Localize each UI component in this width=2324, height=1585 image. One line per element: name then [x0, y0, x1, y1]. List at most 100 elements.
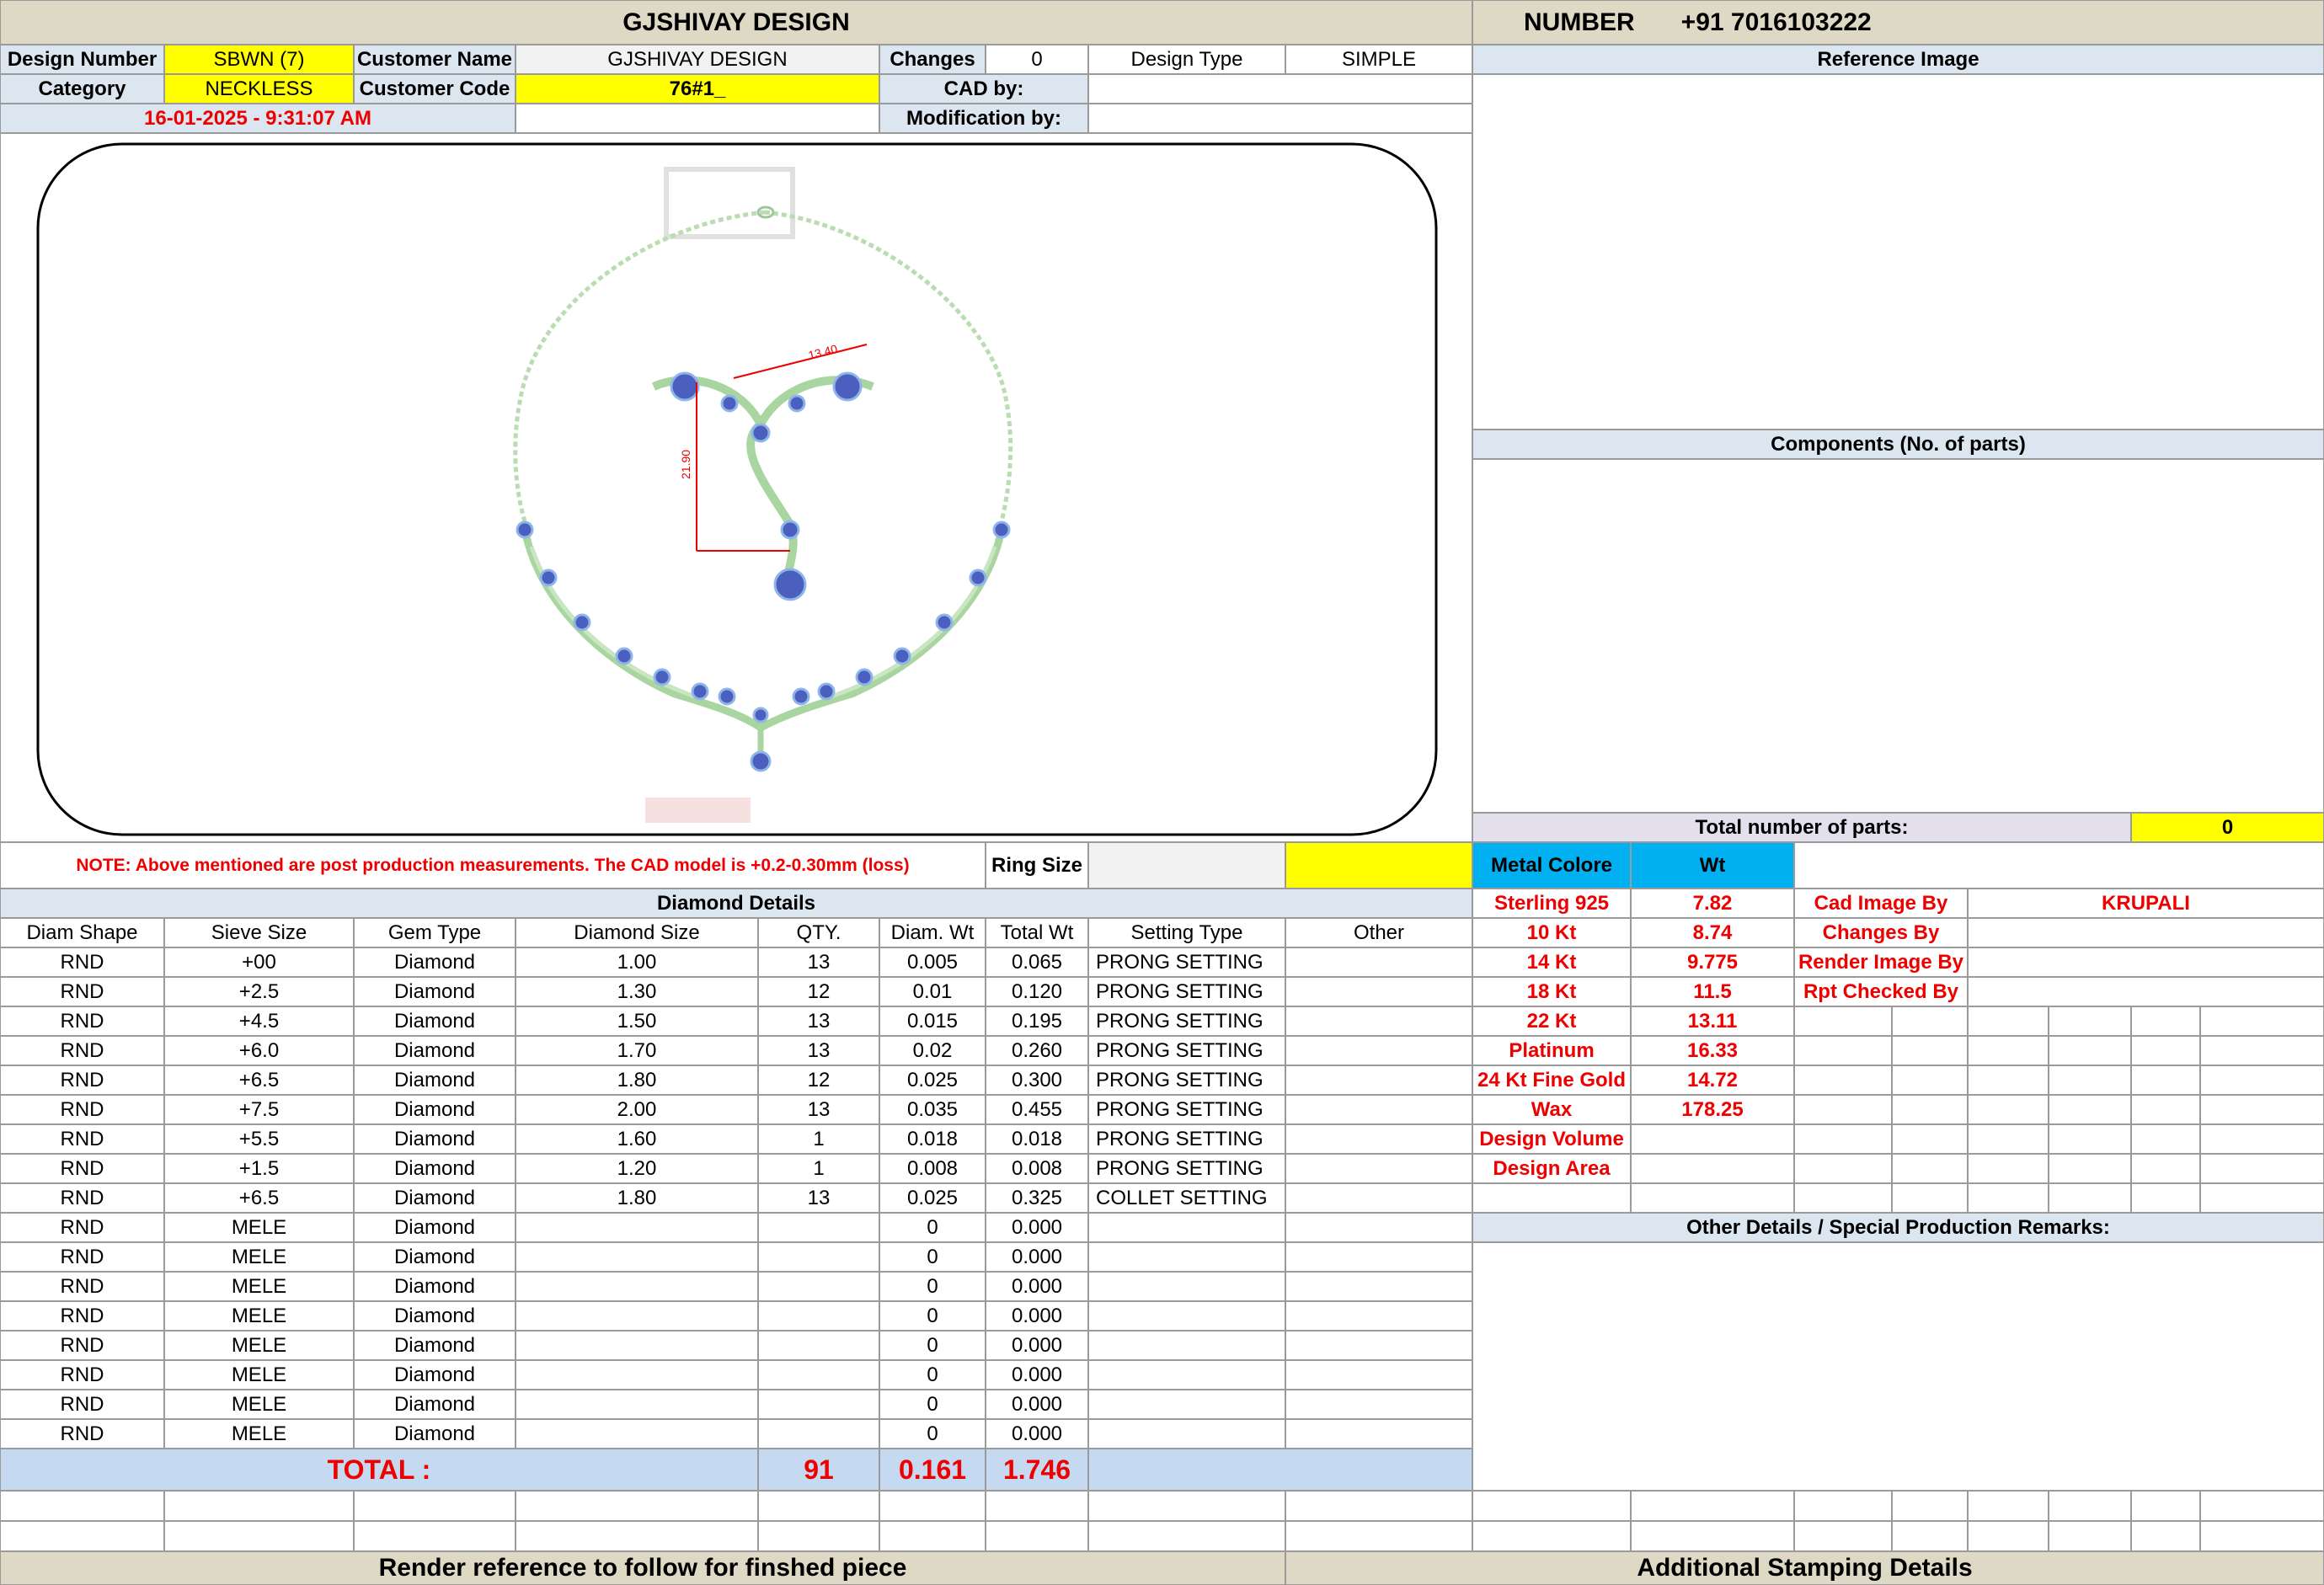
category-value[interactable]: NECKLESS	[164, 74, 354, 104]
diamond-table-cell: RND	[0, 1272, 164, 1301]
diamond-table-cell	[1088, 1242, 1285, 1272]
empty-grid-cell	[2131, 1521, 2200, 1551]
diamond-table-cell: PRONG SETTING	[1088, 1036, 1285, 1065]
metal-name: 18 Kt	[1472, 977, 1631, 1006]
customer-code-value[interactable]: 76#1_	[516, 74, 879, 104]
diamond-table-cell	[516, 1360, 758, 1390]
diamond-table-cell: RND	[0, 1036, 164, 1065]
render-reference-footer: Render reference to follow for finshed p…	[0, 1551, 1285, 1585]
diamond-table-cell: 0.015	[879, 1006, 986, 1036]
diamond-table-cell: 0.02	[879, 1036, 986, 1065]
diamond-table-cell	[1285, 1213, 1472, 1242]
design-number-label: Design Number	[0, 45, 164, 74]
empty-grid-cell	[1472, 1521, 1631, 1551]
diamond-table-cell: +7.5	[164, 1095, 354, 1124]
grid-cell	[1968, 1036, 2049, 1065]
modification-label: Modification by:	[879, 104, 1088, 133]
diamond-table-cell	[1088, 1301, 1285, 1331]
empty-grid-cell	[354, 1491, 516, 1521]
credit-value[interactable]	[1968, 918, 2324, 947]
diamond-table-cell: 0.01	[879, 977, 986, 1006]
diamond-table-cell	[516, 1390, 758, 1419]
design-number-value[interactable]: SBWN (7)	[164, 45, 354, 74]
number-value: +91 7016103222	[1680, 8, 1872, 36]
timestamp: 16-01-2025 - 9:31:07 AM	[0, 104, 516, 133]
design-type-value[interactable]: SIMPLE	[1285, 45, 1472, 74]
empty-grid-cell	[516, 1521, 758, 1551]
modification-value[interactable]	[1088, 104, 1472, 133]
empty-grid-cell	[1088, 1491, 1285, 1521]
customer-name-value[interactable]: GJSHIVAY DESIGN	[516, 45, 879, 74]
grid-cell	[2131, 1154, 2200, 1183]
diamond-table-cell: MELE	[164, 1301, 354, 1331]
empty-grid-cell	[2131, 1491, 2200, 1521]
diamond-table-cell: RND	[0, 1095, 164, 1124]
credit-value[interactable]: KRUPALI	[1968, 889, 2324, 918]
diamond-table-cell: 0	[879, 1419, 986, 1449]
changes-value[interactable]: 0	[986, 45, 1088, 74]
diamond-table-cell	[516, 1272, 758, 1301]
diamond-table-cell: COLLET SETTING	[1088, 1183, 1285, 1213]
diamond-table-cell: Diamond	[354, 947, 516, 977]
grid-cell	[2049, 1065, 2131, 1095]
empty-grid-cell	[0, 1521, 164, 1551]
metal-name: 24 Kt Fine Gold	[1472, 1065, 1631, 1095]
metal-weight	[1631, 1124, 1794, 1154]
ring-size-highlight	[1285, 842, 1472, 889]
metal-weight: 7.82	[1631, 889, 1794, 918]
grid-cell	[2200, 1036, 2324, 1065]
diamond-table-cell: Diamond	[354, 1331, 516, 1360]
number-label: NUMBER	[1524, 8, 1635, 36]
diamond-table-cell: RND	[0, 1242, 164, 1272]
diamond-table-cell: RND	[0, 1124, 164, 1154]
diamond-table-cell: PRONG SETTING	[1088, 1006, 1285, 1036]
empty-grid-cell	[1472, 1491, 1631, 1521]
diamond-table-cell: MELE	[164, 1331, 354, 1360]
empty-grid-cell	[1285, 1521, 1472, 1551]
empty-grid-cell	[2049, 1491, 2131, 1521]
credit-value[interactable]	[1968, 977, 2324, 1006]
grid-cell	[1892, 1065, 1968, 1095]
diamond-table-cell: +1.5	[164, 1154, 354, 1183]
diamond-table-cell: PRONG SETTING	[1088, 1154, 1285, 1183]
grid-cell	[1892, 1036, 1968, 1065]
diamond-table-cell	[1285, 1242, 1472, 1272]
ring-size-value[interactable]	[1088, 842, 1285, 889]
total-parts-value[interactable]: 0	[2131, 813, 2324, 842]
diamond-table-cell	[758, 1419, 879, 1449]
diamond-table-cell: +6.5	[164, 1183, 354, 1213]
diamond-table-cell: Diamond	[354, 1124, 516, 1154]
credit-value[interactable]	[1968, 947, 2324, 977]
diamond-table-cell	[516, 1242, 758, 1272]
diamond-table-cell: 1.50	[516, 1006, 758, 1036]
diamond-table-cell: PRONG SETTING	[1088, 947, 1285, 977]
necklace-drawing: 13.40 21.90	[36, 142, 1438, 836]
grid-cell	[1794, 1006, 1892, 1036]
total-blank	[1088, 1449, 1472, 1491]
diamond-table-cell	[516, 1301, 758, 1331]
grid-cell	[2131, 1095, 2200, 1124]
diamond-table-cell: Diamond	[354, 1065, 516, 1095]
grid-cell	[1968, 1006, 2049, 1036]
diamond-table-cell	[1285, 1006, 1472, 1036]
metal-name: Design Volume	[1472, 1124, 1631, 1154]
diamond-table-cell: Diamond	[354, 1360, 516, 1390]
grid-cell	[2200, 1065, 2324, 1095]
cad-by-value[interactable]	[1088, 74, 1472, 104]
diamond-table-cell: 0.000	[986, 1419, 1088, 1449]
diamond-table-cell: MELE	[164, 1419, 354, 1449]
diamond-table-cell: 0	[879, 1390, 986, 1419]
diamond-table-cell: 0	[879, 1272, 986, 1301]
diamond-table-cell: 0.000	[986, 1272, 1088, 1301]
diamond-table-cell	[516, 1213, 758, 1242]
grid-cell	[1968, 1065, 2049, 1095]
diamond-table-cell: 0.325	[986, 1183, 1088, 1213]
grid-cell	[2131, 1006, 2200, 1036]
diamond-table-cell: +00	[164, 947, 354, 977]
diamond-table-cell: 2.00	[516, 1095, 758, 1124]
diamond-table-cell: 13	[758, 1095, 879, 1124]
diamond-column-header: Total Wt	[986, 918, 1088, 947]
diamond-table-cell: RND	[0, 1360, 164, 1390]
diamond-table-cell	[1088, 1419, 1285, 1449]
reference-image-header: Reference Image	[1472, 45, 2324, 74]
